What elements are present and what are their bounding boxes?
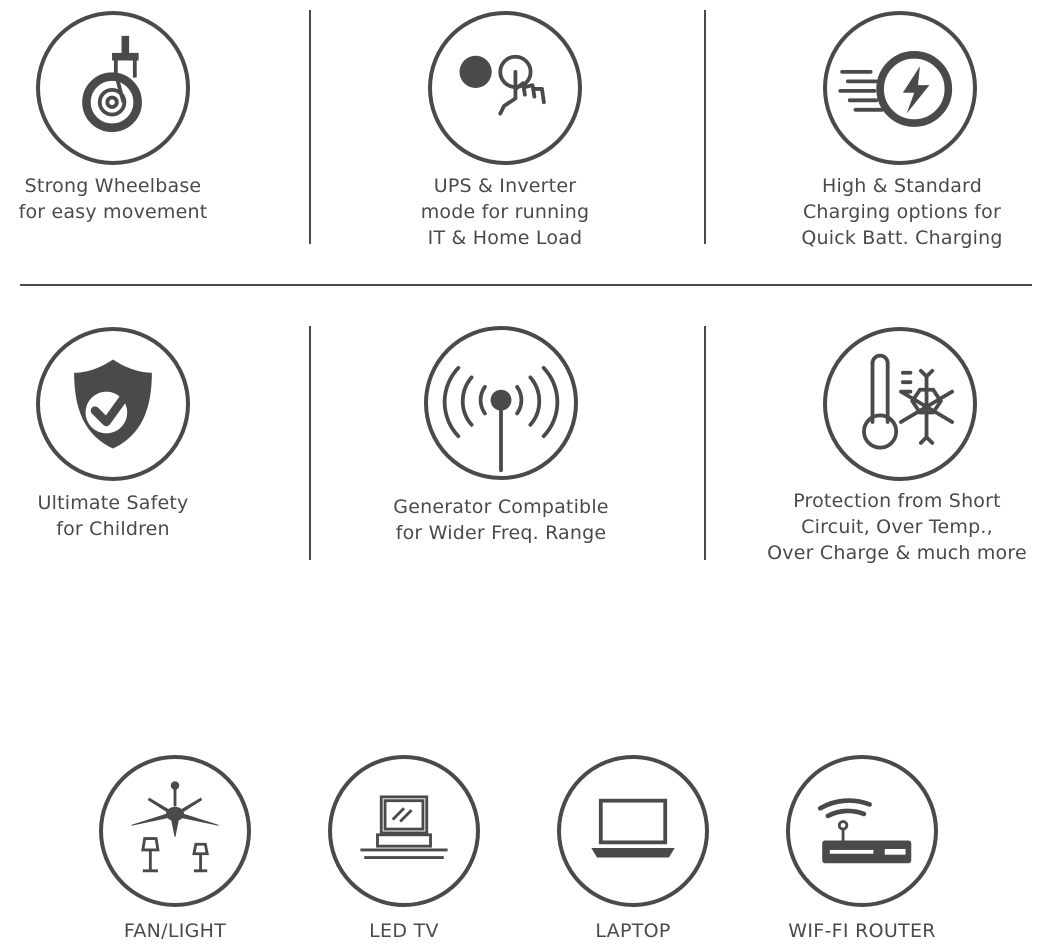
shield-check-icon: [36, 327, 190, 481]
wifi-router-icon: [786, 755, 938, 907]
thermometer-snowflake-icon: [823, 327, 977, 481]
signal-antenna-icon: [424, 326, 578, 480]
column-divider: [704, 10, 706, 244]
touch-button-icon: [428, 11, 582, 165]
column-divider: [309, 326, 311, 560]
column-divider: [309, 10, 311, 244]
column-divider: [704, 326, 706, 560]
led-tv-icon: [328, 755, 480, 907]
feature-caption: Generator Compatible for Wider Freq. Rang…: [393, 496, 609, 544]
feature-caption: Protection from Short Circuit, Over Temp.…: [767, 490, 1027, 564]
device-label: FAN/LIGHT: [123, 920, 227, 942]
row-divider: [20, 284, 1032, 286]
feature-caption: High & Standard Charging options for Quick…: [801, 175, 1003, 249]
feature-caption: Ultimate Safety for Children: [37, 492, 189, 540]
device-label: LED TV: [369, 920, 439, 942]
laptop-icon: [557, 755, 709, 907]
fast-charging-icon: [823, 11, 977, 165]
feature-caption: Strong Wheelbase for easy movement: [18, 175, 208, 223]
device-label: LAPTOP: [595, 920, 671, 942]
device-label: WIF-FI ROUTER: [788, 920, 936, 942]
fan-light-icon: [99, 755, 251, 907]
feature-caption: UPS & Inverter mode for running IT & Home …: [420, 175, 590, 249]
caster-wheel-icon: [36, 11, 190, 165]
